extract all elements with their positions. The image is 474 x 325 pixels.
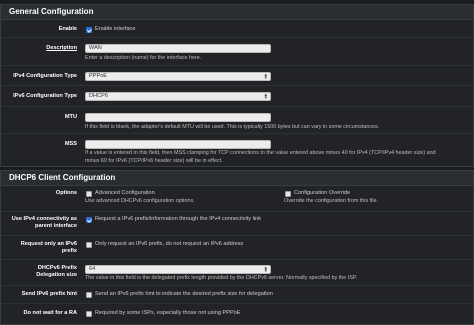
dhcp6-client-configuration-heading: DHCP6 Client Configuration <box>1 171 473 186</box>
prefix-hint-checkbox[interactable] <box>86 292 92 298</box>
description-input[interactable]: WAN <box>85 44 271 53</box>
prefix-hint-row: Send IPv6 prefix hint Send an IPv6 prefi… <box>1 286 473 304</box>
only-ipv6-label-line-2: prefix <box>61 248 77 254</box>
options-label: Options <box>55 190 77 196</box>
prefix-delegation-row: DHCPv6 Prefix Delegation size 64 ▴ ▾ The … <box>1 260 473 286</box>
ipv6-select-value: DHCP6 <box>89 93 108 99</box>
chevron-updown-icon: ▴ ▾ <box>264 265 267 274</box>
enable-row: Enable Enable interface <box>1 20 473 38</box>
only-ipv6-text: Only request an IPv6 prefix, do not requ… <box>95 241 244 247</box>
ipv4-row: IPv4 Configuration Type PPPoE ▴ ▾ <box>1 66 473 86</box>
enable-checkbox[interactable] <box>86 27 92 33</box>
advanced-configuration-text: Advanced Configuration <box>95 190 155 196</box>
prefix-hint-text: Send an IPv6 prefix hint to indicate the… <box>95 291 273 297</box>
use-ipv4-label-line-1: Use IPv4 connectivity as <box>11 216 77 222</box>
enable-label: Enable <box>58 26 77 32</box>
ipv6-row: IPv6 Configuration Type DHCP6 ▴ ▾ <box>1 86 473 107</box>
general-configuration-panel: General Configuration Enable Enable inte… <box>0 4 474 167</box>
no-wait-ra-text: Required by some ISPs, especially those … <box>95 310 241 316</box>
mtu-label: MTU <box>64 114 77 120</box>
chevron-updown-icon: ▴ ▾ <box>264 72 267 81</box>
mss-input[interactable] <box>85 140 271 149</box>
mtu-row: MTU If this field is blank, the adapter'… <box>1 107 473 134</box>
prefix-delegation-label-line-2: Delegation size <box>36 272 77 278</box>
use-ipv4-label-line-2: parent interface <box>35 223 77 229</box>
ipv6-select[interactable]: DHCP6 ▴ ▾ <box>85 92 271 101</box>
no-wait-ra-checkbox[interactable] <box>86 311 92 317</box>
only-ipv6-label-line-1: Request only an IPv6 <box>20 241 77 247</box>
mss-row: MSS If a value is entered in this field,… <box>1 134 473 167</box>
use-ipv4-checkbox[interactable] <box>86 217 92 223</box>
mss-help-line-2: minus 60 for IPv6 (TCP/IPv6 header size)… <box>85 158 223 164</box>
configuration-override-help: Override the configuration from this fil… <box>284 198 379 204</box>
ipv4-select[interactable]: PPPoE ▴ ▾ <box>85 72 271 81</box>
ipv6-label: IPv6 Configuration Type <box>13 93 77 99</box>
options-row: Options Advanced Configuration Use advan… <box>1 186 473 212</box>
prefix-delegation-select[interactable]: 64 ▴ ▾ <box>85 265 271 274</box>
prefix-hint-label: Send IPv6 prefix hint <box>21 291 77 297</box>
no-wait-ra-label: Do not wait for a RA <box>23 310 77 316</box>
description-help: Enter a description (name) for the inter… <box>85 55 202 61</box>
advanced-configuration-help: Use advanced DHCPv6 configuration option… <box>85 198 195 204</box>
prefix-delegation-label-line-1: DHCPv6 Prefix <box>37 265 77 271</box>
ipv4-select-value: PPPoE <box>89 73 108 79</box>
dhcp6-client-configuration-panel: DHCP6 Client Configuration Options Advan… <box>0 170 474 325</box>
only-ipv6-row: Request only an IPv6 prefix Only request… <box>1 236 473 260</box>
ipv4-label: IPv4 Configuration Type <box>13 73 77 79</box>
only-ipv6-checkbox[interactable] <box>86 242 92 248</box>
chevron-updown-icon: ▴ ▾ <box>264 92 267 101</box>
mss-label: MSS <box>64 141 77 147</box>
description-row: Description WAN Enter a description (nam… <box>1 38 473 66</box>
no-wait-ra-row: Do not wait for a RA Required by some IS… <box>1 304 473 324</box>
mtu-help: If this field is blank, the adapter's de… <box>85 124 380 130</box>
prefix-delegation-select-value: 64 <box>89 266 96 272</box>
general-configuration-heading: General Configuration <box>1 5 473 20</box>
prefix-delegation-help: The value in this field is the delegated… <box>85 275 358 281</box>
enable-text: Enable interface <box>95 26 136 32</box>
use-ipv4-row: Use IPv4 connectivity as parent interfac… <box>1 212 473 236</box>
use-ipv4-text: Request a IPv6 prefix/information throug… <box>95 216 262 222</box>
mtu-input[interactable] <box>85 113 271 122</box>
description-label: Description <box>46 45 77 51</box>
configuration-override-text: Configuration Override <box>294 190 351 196</box>
